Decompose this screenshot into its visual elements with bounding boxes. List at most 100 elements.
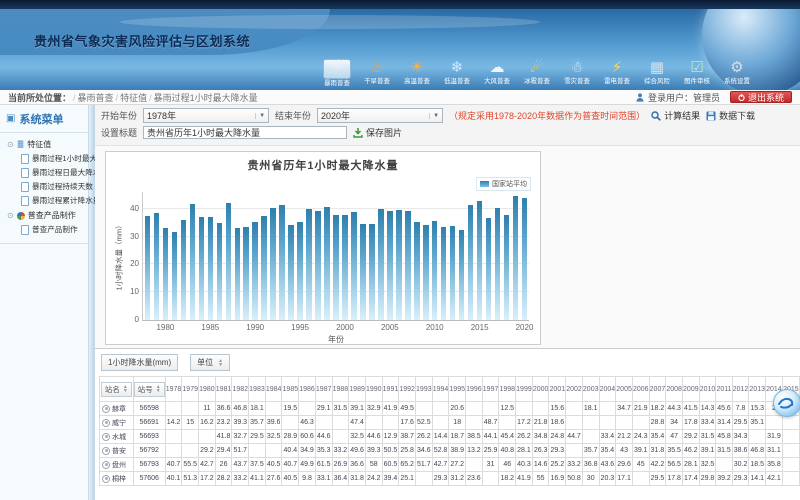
y-tick-label: 30 xyxy=(130,232,139,241)
toolbar-item-map-review[interactable]: ☑图件审核 xyxy=(678,59,716,88)
save-image-button[interactable]: 保存图片 xyxy=(353,126,402,139)
data-download-button[interactable]: 数据下载 xyxy=(706,109,755,122)
toolbar-item-label: 图件审核 xyxy=(680,77,715,85)
x-tick-label: 2000 xyxy=(336,323,354,332)
value-cell: 19.5 xyxy=(282,402,299,416)
value-cell: 29.2 xyxy=(199,444,216,458)
tree-group-label: 特征值 xyxy=(27,139,51,150)
col-header-year: 1980 xyxy=(199,377,216,402)
value-cell: 15.6 xyxy=(549,402,566,416)
toolbar-item-composite-risk[interactable]: ▦综合风险 xyxy=(638,59,676,88)
value-type-filter[interactable]: 1小时降水量(mm) xyxy=(101,354,178,371)
station-marker-icon[interactable] xyxy=(102,461,110,469)
bar-1984 xyxy=(199,217,205,320)
bar-2007 xyxy=(405,211,411,320)
station-name: 盘州 xyxy=(112,460,126,470)
value-cell xyxy=(165,430,182,444)
value-cell: 31.5 xyxy=(699,430,716,444)
tree-group-pie[interactable]: ⊙ 普查产品制作 xyxy=(2,208,86,223)
toolbar-item-system-settings[interactable]: ⚙系统设置 xyxy=(718,59,756,88)
toolbar-item-low-temp[interactable]: ❄低温普查 xyxy=(438,59,476,88)
toolbar-item-rainstorm[interactable]: ☔暴雨普查 xyxy=(318,59,356,88)
bar-2002 xyxy=(360,224,366,320)
sidebar-item[interactable]: 普查产品制作 xyxy=(2,223,86,237)
bar-2003 xyxy=(369,224,375,320)
value-cell: 32.5 xyxy=(349,430,366,444)
value-cell: 33.2 xyxy=(332,444,349,458)
chart-title-input[interactable] xyxy=(143,126,347,139)
value-cell: 27.6 xyxy=(265,472,282,486)
page-icon xyxy=(21,225,29,235)
expander-icon[interactable]: ⊙ xyxy=(7,212,14,220)
station-id-sort-button[interactable]: 站号▲▼ xyxy=(134,382,165,397)
toolbar-item-snow-disaster[interactable]: ☃雪灾普查 xyxy=(558,59,596,88)
toolbar-item-high-temp[interactable]: ☀高温普查 xyxy=(398,59,436,88)
station-name-cell[interactable]: 威宁 xyxy=(100,416,134,430)
bar-1989 xyxy=(243,227,249,320)
value-cell: 24.3 xyxy=(632,430,649,444)
sidebar-item[interactable]: 暴雨过程累计降水量 xyxy=(2,194,86,208)
value-cell: 55.5 xyxy=(182,458,199,472)
station-marker-icon[interactable] xyxy=(102,419,110,427)
breadcrumb-item[interactable]: 暴雨过程1小时最大降水量 xyxy=(154,93,258,103)
logout-button[interactable]: 退出系统 xyxy=(730,91,792,103)
col-header-year: 2013 xyxy=(749,377,766,402)
toolbar-item-lightning[interactable]: ⚡雷电普查 xyxy=(598,59,636,88)
start-year-select[interactable]: 1978年▼ xyxy=(143,108,269,123)
sidebar-item[interactable]: 暴雨过程持续天数 xyxy=(2,180,86,194)
bar-2019 xyxy=(513,196,519,320)
sidebar-item[interactable]: 暴雨过程日最大降水量 xyxy=(2,166,86,180)
breadcrumb-item[interactable]: 特征值 xyxy=(120,93,147,103)
tree-group-label: 普查产品制作 xyxy=(28,210,76,221)
value-cell xyxy=(265,402,282,416)
bar-1982 xyxy=(181,220,187,320)
station-name-cell[interactable]: 水城 xyxy=(100,430,134,444)
value-cell: 17.8 xyxy=(666,472,683,486)
value-cell: 14.2 xyxy=(165,416,182,430)
value-cell: 40.4 xyxy=(282,444,299,458)
value-cell xyxy=(499,416,516,430)
toolbar-item-label: 雪灾普查 xyxy=(560,77,595,85)
value-cell: 46.8 xyxy=(749,444,766,458)
breadcrumb-item[interactable]: 暴雨普查 xyxy=(78,93,114,103)
value-cell: 39.6 xyxy=(265,416,282,430)
calculate-button[interactable]: 计算结果 xyxy=(651,109,700,122)
value-cell: 9.8 xyxy=(299,472,316,486)
bar-2020 xyxy=(522,198,528,320)
value-cell xyxy=(782,430,799,444)
tree-group-list[interactable]: ⊙≣特征值 xyxy=(2,137,86,152)
swirl-icon xyxy=(774,390,798,414)
value-cell: 36.6 xyxy=(349,458,366,472)
sidebar-item[interactable]: 暴雨过程1小时最大降水量 xyxy=(2,152,86,166)
value-cell: 14.6 xyxy=(532,458,549,472)
value-cell xyxy=(265,444,282,458)
app-title: 贵州省气象灾害风险评估与区划系统 xyxy=(34,31,250,50)
toolbar-item-hail[interactable]: ☄冰雹普查 xyxy=(518,59,556,88)
station-name-cell[interactable]: 盘州 xyxy=(100,458,134,472)
expander-icon[interactable]: ⊙ xyxy=(7,141,14,149)
col-header-year: 1983 xyxy=(249,377,266,402)
station-name-sort-button[interactable]: 站名▲▼ xyxy=(101,382,132,397)
end-year-select[interactable]: 2020年▼ xyxy=(317,108,443,123)
station-marker-icon[interactable] xyxy=(102,405,110,413)
value-cell: 29.4 xyxy=(215,444,232,458)
chart-plot-area: 1小时降水量（mm） 年份 01020304019801985199019952… xyxy=(142,192,529,321)
unit-filter[interactable]: 单位▲▼ xyxy=(190,354,230,371)
toolbar-item-drought[interactable]: ♨干旱普查 xyxy=(358,59,396,88)
value-cell: 32.7 xyxy=(232,430,249,444)
station-marker-icon[interactable] xyxy=(102,475,110,483)
toolbar-item-gale[interactable]: ☁大风普查 xyxy=(478,59,516,88)
bar-1990 xyxy=(252,222,258,320)
col-header-year: 1982 xyxy=(232,377,249,402)
station-name-cell[interactable]: 普安 xyxy=(100,444,134,458)
station-name-cell[interactable]: 赫章 xyxy=(100,402,134,416)
station-marker-icon[interactable] xyxy=(102,433,110,441)
value-cell: 49.6 xyxy=(349,444,366,458)
value-cell: 36.4 xyxy=(332,472,349,486)
station-name-cell[interactable]: 桐梓 xyxy=(100,472,134,486)
col-header-year: 1996 xyxy=(466,377,483,402)
station-marker-icon[interactable] xyxy=(102,447,110,455)
value-cell: 51.7 xyxy=(415,458,432,472)
floating-weather-logo[interactable] xyxy=(773,389,800,417)
value-cell xyxy=(182,430,199,444)
